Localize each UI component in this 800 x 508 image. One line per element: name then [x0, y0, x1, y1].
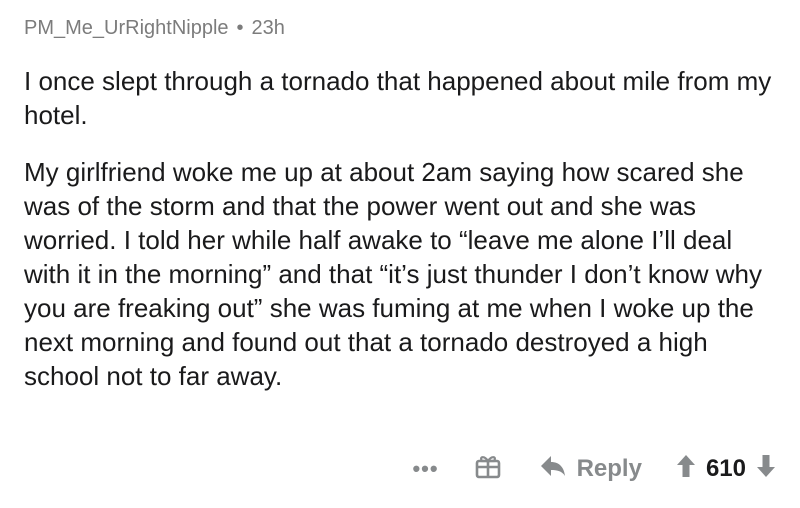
comment: PM_Me_UrRightNipple • 23h I once slept thr…: [24, 14, 784, 393]
reply-label: Reply: [576, 455, 642, 482]
reply-arrow-icon: [539, 454, 577, 485]
timestamp[interactable]: 23h: [252, 17, 285, 39]
comment-paragraph-1: I once slept through a tornado that happ…: [24, 66, 772, 130]
award-button[interactable]: [475, 453, 501, 486]
comment-body: I once slept through a tornado that happ…: [24, 64, 784, 393]
vote-controls: 610: [676, 454, 776, 485]
more-options-button[interactable]: •••: [412, 456, 438, 482]
comment-meta: PM_Me_UrRightNipple • 23h: [24, 14, 784, 42]
reply-button[interactable]: Reply: [539, 454, 642, 485]
gift-box-icon: [475, 453, 501, 486]
upvote-button[interactable]: [676, 454, 696, 485]
username[interactable]: PM_Me_UrRightNipple: [24, 17, 229, 39]
comment-actions: ••• Reply 610: [412, 447, 776, 491]
arrow-down-icon: [756, 454, 776, 484]
comment-paragraph-2: My girlfriend woke me up at about 2am sa…: [24, 157, 763, 391]
arrow-up-icon: [676, 454, 696, 484]
meta-separator: •: [236, 17, 244, 39]
vote-score: 610: [705, 455, 746, 482]
downvote-button[interactable]: [756, 454, 776, 485]
